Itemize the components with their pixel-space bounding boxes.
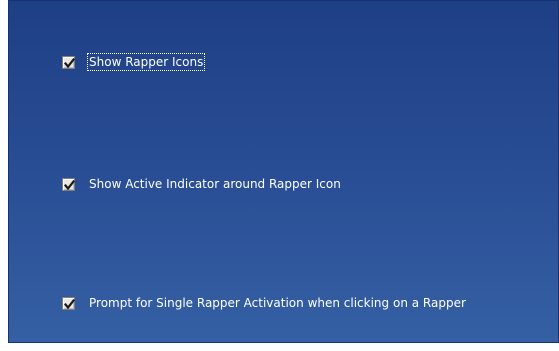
- prompt-single-activation-checkbox[interactable]: [62, 296, 76, 310]
- option-show-active-indicator[interactable]: Show Active Indicator around Rapper Icon: [62, 174, 341, 194]
- prompt-single-activation-label[interactable]: Prompt for Single Rapper Activation when…: [89, 296, 466, 310]
- option-show-rapper-icons[interactable]: Show Rapper Icons: [62, 52, 206, 72]
- checkmark-icon: [63, 298, 76, 309]
- settings-panel: Show Rapper Icons Show Active Indicator …: [8, 0, 559, 343]
- option-prompt-single-activation[interactable]: Prompt for Single Rapper Activation when…: [62, 293, 466, 313]
- show-active-indicator-checkbox[interactable]: [62, 177, 76, 191]
- checkmark-icon: [63, 179, 76, 190]
- checkmark-icon: [63, 57, 76, 68]
- show-active-indicator-label[interactable]: Show Active Indicator around Rapper Icon: [89, 177, 341, 191]
- show-rapper-icons-label[interactable]: Show Rapper Icons: [86, 53, 206, 71]
- show-rapper-icons-checkbox[interactable]: [62, 55, 76, 69]
